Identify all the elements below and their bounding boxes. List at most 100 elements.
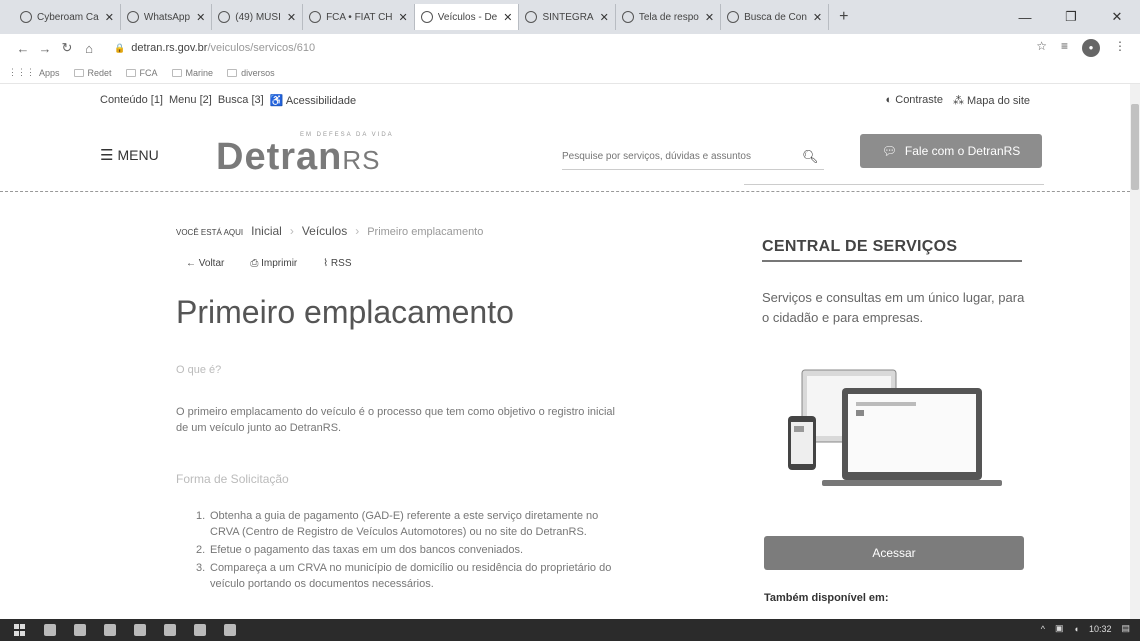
home-icon[interactable]: ⌂ — [78, 41, 100, 56]
address-bar[interactable]: 🔒 detran.rs.gov.br/veiculos/servicos/610 — [114, 42, 315, 54]
browser-tab[interactable]: WhatsApp ✕ — [121, 4, 213, 30]
close-tab-icon[interactable]: ✕ — [600, 11, 609, 24]
arrow-left-icon: ← — [186, 258, 196, 269]
bookmark-folder[interactable]: diversos — [227, 68, 275, 78]
url-path: /veiculos/servicos/610 — [207, 42, 316, 54]
windows-taskbar: ^ ▣ ◖ 10:32 ▤ — [0, 619, 1140, 641]
globe-icon — [20, 11, 32, 23]
browser-toolbar: ← → ↻ ⌂ 🔒 detran.rs.gov.br/veiculos/serv… — [0, 34, 1140, 62]
taskbar-app-icon[interactable] — [164, 624, 176, 636]
contrast-link[interactable]: ◐ Contraste — [886, 94, 943, 107]
list-item: 1. Obtenha a guia de pagamento (GAD-E) re… — [196, 510, 599, 538]
close-tab-icon[interactable]: ✕ — [813, 11, 822, 24]
page-icon — [420, 11, 433, 23]
whatsapp-icon — [126, 11, 139, 23]
page-actions: ← Voltar ⎙ Imprimir ⌇ RSS — [186, 258, 351, 269]
services-description: Serviços e consultas em um único lugar, … — [762, 290, 1025, 325]
folder-icon — [227, 68, 238, 77]
folder-icon — [125, 68, 136, 77]
apps-grid-icon: ⋮⋮⋮ — [8, 67, 35, 77]
breadcrumb: VOCÊ ESTÁ AQUI Inicial › Veículos › Prim… — [176, 224, 483, 238]
printer-icon: ⎙ — [250, 258, 259, 269]
scrollbar-thumb[interactable] — [1131, 104, 1139, 190]
close-window-icon[interactable]: ✕ — [1094, 9, 1140, 25]
also-available-label: Também disponível em: — [764, 592, 889, 604]
close-tab-icon[interactable]: ✕ — [503, 11, 512, 24]
accessibility-link[interactable]: ♿ Acessibilidade — [270, 94, 356, 107]
rss-link[interactable]: ⌇ RSS — [323, 258, 351, 269]
skip-content-link[interactable]: Conteúdo [1] — [100, 94, 163, 107]
chevron-up-icon[interactable]: ^ — [1041, 624, 1045, 634]
reload-icon[interactable]: ↻ — [56, 40, 78, 56]
sitemap-link[interactable]: ⁂ Mapa do site — [953, 94, 1030, 107]
sidebar-divider — [744, 184, 1044, 185]
search-icon[interactable]: 🔍︎ — [802, 149, 819, 165]
contact-button[interactable]: 💬︎ Fale com o DetranRS — [860, 134, 1042, 168]
youtube-icon — [218, 11, 231, 23]
steps-list: 1. Obtenha a guia de pagamento (GAD-E) re… — [196, 508, 626, 594]
browser-tab[interactable]: Cyberoam Ca ✕ — [14, 4, 121, 30]
taskbar-app-icon[interactable] — [104, 624, 116, 636]
globe-icon — [525, 11, 538, 23]
skip-search-link[interactable]: Busca [3] — [218, 94, 264, 107]
skip-menu-link[interactable]: Menu [2] — [169, 94, 212, 107]
services-title: CENTRAL DE SERVIÇOS — [762, 238, 1022, 262]
close-tab-icon[interactable]: ✕ — [105, 11, 114, 24]
close-tab-icon[interactable]: ✕ — [399, 11, 408, 24]
taskbar-app-icon[interactable] — [224, 624, 236, 636]
star-icon[interactable]: ☆ — [1036, 39, 1047, 57]
windows-start-icon[interactable] — [14, 624, 26, 636]
close-tab-icon[interactable]: ✕ — [287, 11, 296, 24]
notifications-icon[interactable]: ▤ — [1121, 623, 1130, 634]
taskbar-app-icon[interactable] — [134, 624, 146, 636]
breadcrumb-separator: › — [355, 224, 360, 238]
folder-icon — [171, 68, 182, 77]
menu-dots-icon[interactable]: ⋮ — [1114, 39, 1126, 57]
sitemap-icon: ⁂ — [952, 95, 964, 107]
bookmark-folder[interactable]: Redet — [73, 68, 112, 78]
browser-tab[interactable]: (49) MÚSI ✕ — [212, 4, 304, 30]
clock[interactable]: 10:32 — [1089, 624, 1112, 634]
bookmark-folder[interactable]: Marine — [171, 68, 213, 78]
back-icon[interactable]: ← — [12, 41, 34, 56]
bookmarks-bar: ⋮⋮⋮ Apps Redet FCA Marine diversos — [0, 62, 1140, 84]
devices-illustration — [788, 369, 1002, 486]
site-search: 🔍︎ — [562, 144, 824, 170]
lock-icon: 🔒 — [114, 42, 126, 53]
bookmark-folder[interactable]: FCA — [125, 68, 158, 78]
reading-list-icon[interactable]: ≡ — [1061, 39, 1068, 57]
window-controls: — ❐ ✕ — [1002, 0, 1140, 34]
forward-icon[interactable]: → — [34, 41, 56, 56]
page-icon — [621, 11, 634, 23]
breadcrumb-vehicles[interactable]: Veículos — [302, 224, 347, 238]
detran-logo[interactable]: EM DEFESA DA VIDA DetranRS — [216, 132, 394, 179]
volume-icon[interactable]: ◖ — [1074, 624, 1079, 634]
print-link[interactable]: ⎙ Imprimir — [250, 258, 297, 269]
restore-icon[interactable]: ❐ — [1048, 9, 1094, 25]
folder-icon — [73, 68, 84, 77]
browser-tab[interactable]: Tela de respo ✕ — [616, 4, 722, 30]
profile-avatar[interactable]: ● — [1082, 39, 1100, 57]
task-view-icon[interactable] — [44, 624, 56, 636]
url-host: detran.rs.gov.br — [131, 42, 208, 54]
accessibility-right-links: ◐ Contraste ⁂ Mapa do site — [886, 94, 1030, 107]
network-icon[interactable]: ▣ — [1055, 623, 1064, 634]
taskbar-app-icon[interactable] — [194, 624, 206, 636]
access-button[interactable]: Acessar — [764, 536, 1024, 570]
browser-tab[interactable]: FCA • FIAT CH ✕ — [303, 4, 415, 30]
search-input[interactable] — [562, 151, 798, 162]
new-tab-button[interactable]: + — [839, 8, 848, 26]
close-tab-icon[interactable]: ✕ — [705, 11, 714, 24]
browser-tab[interactable]: Busca de Con ✕ — [721, 4, 830, 30]
menu-button[interactable]: ☰ MENU — [100, 146, 159, 164]
back-link[interactable]: ← Voltar — [186, 258, 224, 269]
taskbar-app-icon[interactable] — [74, 624, 86, 636]
page-scrollbar[interactable] — [1130, 84, 1140, 619]
browser-tab[interactable]: SINTEGRA ✕ — [519, 4, 616, 30]
browser-tab-active[interactable]: Veículos - De ✕ — [414, 4, 520, 30]
breadcrumb-home[interactable]: Inicial — [251, 224, 282, 238]
minimize-icon[interactable]: — — [1002, 10, 1048, 25]
bookmark-apps[interactable]: ⋮⋮⋮ Apps — [8, 67, 60, 78]
close-tab-icon[interactable]: ✕ — [196, 11, 205, 24]
site-header: ☰ MENU EM DEFESA DA VIDA DetranRS 🔍︎ 💬︎ … — [0, 124, 1130, 192]
